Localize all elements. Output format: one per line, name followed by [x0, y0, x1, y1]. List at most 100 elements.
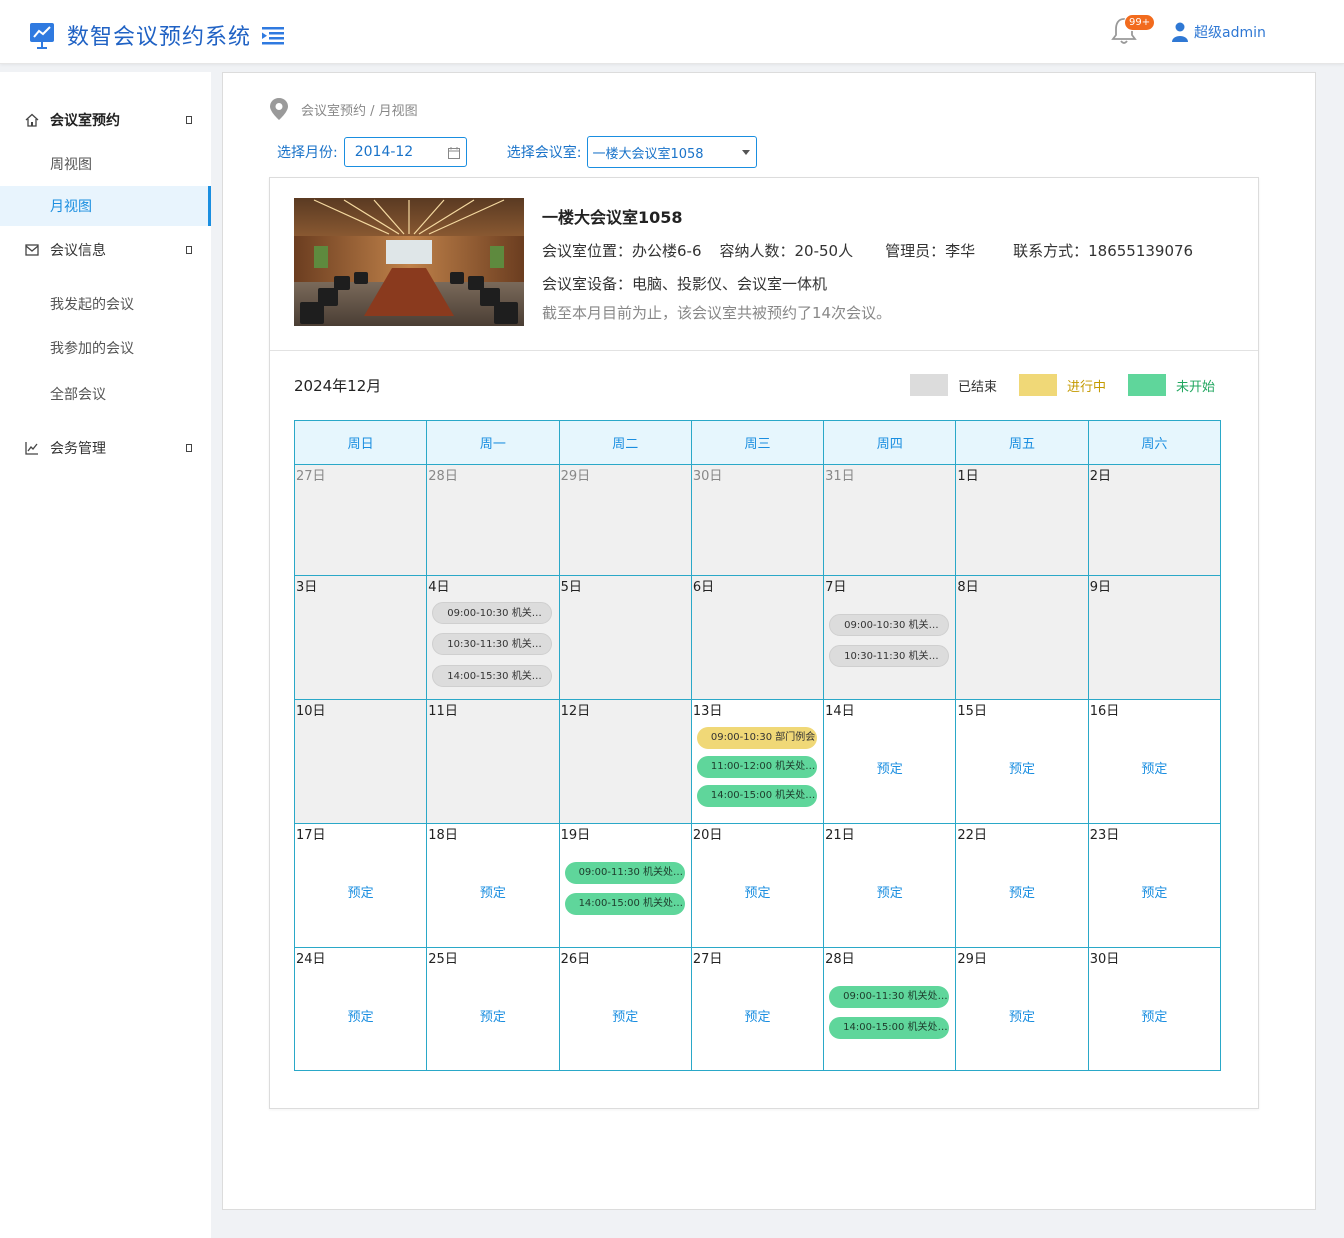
book-link[interactable]: 预定 [956, 1006, 1087, 1025]
filter-bar: 选择月份: 2014-12 选择会议室: 一楼大会议室1058 [277, 135, 758, 169]
calendar-day-cell[interactable]: 12日 [558, 699, 692, 824]
calendar-day-cell[interactable]: 30日 预定 [1087, 947, 1222, 1071]
calendar-day-cell[interactable]: 1日 [955, 464, 1089, 576]
room-info: 一楼大会议室1058 会议室位置：办公楼6-6 容纳人数：20-50人 管理员：… [542, 204, 1193, 323]
meeting-event-upcoming[interactable]: 09:00-11:30 机关处级... [829, 986, 950, 1008]
sidebar-item-my-joined[interactable]: 我参加的会议 [0, 328, 211, 368]
calendar-day-cell[interactable]: 3日 [293, 575, 428, 700]
meeting-event-upcoming[interactable]: 14:00-15:00 机关处级... [564, 893, 685, 915]
legend-swatch [910, 374, 948, 396]
calendar-day-cell[interactable]: 21日 预定 [823, 823, 957, 948]
book-link[interactable]: 预定 [824, 758, 955, 777]
calendar-day-cell[interactable]: 30日 [690, 464, 825, 576]
book-link[interactable]: 预定 [1089, 882, 1220, 901]
booking-summary-note: 截至本月目前为止，该会议室共被预约了14次会议。 [542, 304, 892, 322]
sidebar-item-week-view[interactable]: 周视图 [0, 144, 211, 184]
breadcrumb-text: 会议室预约 / 月视图 [301, 103, 418, 119]
line-chart-icon [25, 442, 38, 455]
book-link[interactable]: 预定 [956, 758, 1087, 777]
meeting-event-ended[interactable]: 09:00-10:30 机关处级... [829, 614, 950, 636]
chevron-icon [186, 246, 192, 254]
day-number: 30日 [692, 469, 723, 484]
calendar-day-cell[interactable]: 26日 预定 [558, 947, 692, 1071]
calendar-day-cell[interactable]: 28日 09:00-11:30 机关处级... 14:00-15:00 机关处级..… [823, 947, 957, 1071]
calendar-day-cell[interactable]: 20日 预定 [690, 823, 825, 948]
sidebar-item-month-view[interactable]: 月视图 [0, 186, 211, 226]
room-select[interactable]: 一楼大会议室1058 [587, 136, 758, 168]
user-menu[interactable]: 超级admin [1172, 20, 1266, 44]
calendar-day-cell[interactable]: 6日 [690, 575, 825, 700]
calendar-day-cell[interactable]: 17日 预定 [293, 823, 428, 948]
calendar-day-cell[interactable]: 8日 [955, 575, 1089, 700]
weekday-header: 周六 [1087, 420, 1222, 465]
sidebar-group-meeting-info[interactable]: 会议信息 [0, 230, 211, 270]
calendar-day-cell[interactable]: 11日 [426, 699, 560, 824]
calendar-day-cell[interactable]: 19日 09:00-11:30 机关处级... 14:00-15:00 机关处级..… [558, 823, 692, 948]
calendar-day-cell[interactable]: 10日 [293, 699, 428, 824]
menu-fold-icon[interactable] [262, 27, 284, 45]
calendar-day-cell[interactable]: 28日 [426, 464, 560, 576]
sidebar-item-all-meetings[interactable]: 全部会议 [0, 374, 211, 414]
calendar-day-cell[interactable]: 5日 [558, 575, 692, 700]
book-link[interactable]: 预定 [692, 882, 823, 901]
calendar-day-cell[interactable]: 22日 预定 [955, 823, 1089, 948]
calendar-day-cell[interactable]: 7日 09:00-10:30 机关处级... 10:30-11:30 机关处级... [823, 575, 957, 700]
meeting-event-upcoming[interactable]: 11:00-12:00 机关处级... [696, 756, 817, 778]
sidebar-item-my-initiated[interactable]: 我发起的会议 [0, 284, 211, 324]
legend-ended: 已结束 [910, 374, 997, 396]
day-number: 2日 [1089, 469, 1111, 484]
calendar-day-cell[interactable]: 14日预定 [823, 699, 957, 824]
calendar-day-cell[interactable]: 16日预定 [1087, 699, 1222, 824]
room-equipment: 会议室设备：电脑、投影仪、会议室一体机 [542, 275, 828, 293]
month-picker[interactable]: 2014-12 [343, 137, 467, 167]
meeting-event-ongoing[interactable]: 09:00-10:30 部门例会 [696, 727, 817, 749]
day-number: 6日 [692, 580, 715, 595]
legend-swatch [1019, 374, 1058, 396]
calendar-day-cell[interactable]: 2日 [1087, 464, 1222, 576]
calendar-day-cell[interactable]: 29日 预定 [955, 947, 1089, 1071]
meeting-event-ended[interactable]: 09:00-10:30 机关处级... [432, 602, 553, 624]
book-link[interactable]: 预定 [560, 1006, 691, 1025]
legend-swatch [1128, 374, 1167, 396]
calendar-day-cell[interactable]: 13日 09:00-10:30 部门例会 11:00-12:00 机关处级... 14… [690, 699, 825, 824]
book-link[interactable]: 预定 [824, 882, 955, 901]
book-link[interactable]: 预定 [692, 1006, 823, 1025]
calendar-day-cell[interactable]: 25日 预定 [426, 947, 560, 1071]
book-link[interactable]: 预定 [427, 882, 558, 901]
sidebar-group-affairs[interactable]: 会务管理 [0, 428, 211, 468]
book-link[interactable]: 预定 [956, 882, 1087, 901]
sidebar-group-room-booking[interactable]: 会议室预约 [0, 100, 211, 140]
day-number: 14日 [825, 704, 855, 719]
calendar-week-row: 24日 预定 25日 预定 26日 预定 27日 预定 28日 09:00-11:30 机关处级.… [293, 947, 1222, 1071]
calendar-day-cell[interactable]: 31日 [823, 464, 957, 576]
meeting-event-ended[interactable]: 14:00-15:30 机关处级... [432, 665, 553, 687]
meeting-event-upcoming[interactable]: 14:00-15:00 机关处级... [829, 1017, 950, 1039]
calendar-day-cell[interactable]: 15日 预定 [955, 699, 1089, 824]
day-number: 28日 [825, 952, 855, 967]
mail-icon [25, 244, 39, 256]
calendar-day-cell[interactable]: 27日 [293, 464, 428, 576]
book-link[interactable]: 预定 [295, 882, 426, 901]
status-legend: 已结束 进行中 未开始 [910, 374, 1237, 396]
calendar-day-cell[interactable]: 24日预定 [293, 947, 428, 1071]
sidebar-group-label: 会务管理 [50, 441, 106, 457]
calendar-day-cell[interactable]: 4日 09:00-10:30 机关处级... 10:30-11:30 机关处级...… [426, 575, 560, 700]
day-number: 16日 [1089, 704, 1120, 719]
book-link[interactable]: 预定 [295, 1006, 426, 1025]
calendar-day-cell[interactable]: 9日 [1087, 575, 1222, 700]
day-number: 27日 [296, 469, 326, 484]
meeting-event-upcoming[interactable]: 14:00-15:00 机关处级... [696, 785, 817, 807]
meeting-event-upcoming[interactable]: 09:00-11:30 机关处级... [564, 862, 685, 884]
calendar-day-cell[interactable]: 18日 预定 [426, 823, 560, 948]
meeting-event-ended[interactable]: 10:30-11:30 机关处级... [432, 633, 553, 655]
room-select-value: 一楼大会议室1058 [592, 146, 704, 162]
day-number: 5日 [560, 580, 582, 595]
book-link[interactable]: 预定 [1089, 1006, 1220, 1025]
calendar-day-cell[interactable]: 23日 预定 [1087, 823, 1222, 948]
calendar-day-cell[interactable]: 27日 预定 [690, 947, 825, 1071]
meeting-event-ended[interactable]: 10:30-11:30 机关处级... [829, 645, 950, 667]
book-link[interactable]: 预定 [1089, 758, 1220, 777]
calendar-day-cell[interactable]: 29日 [558, 464, 692, 576]
book-link[interactable]: 预定 [427, 1006, 558, 1025]
day-number: 24日 [296, 952, 326, 967]
